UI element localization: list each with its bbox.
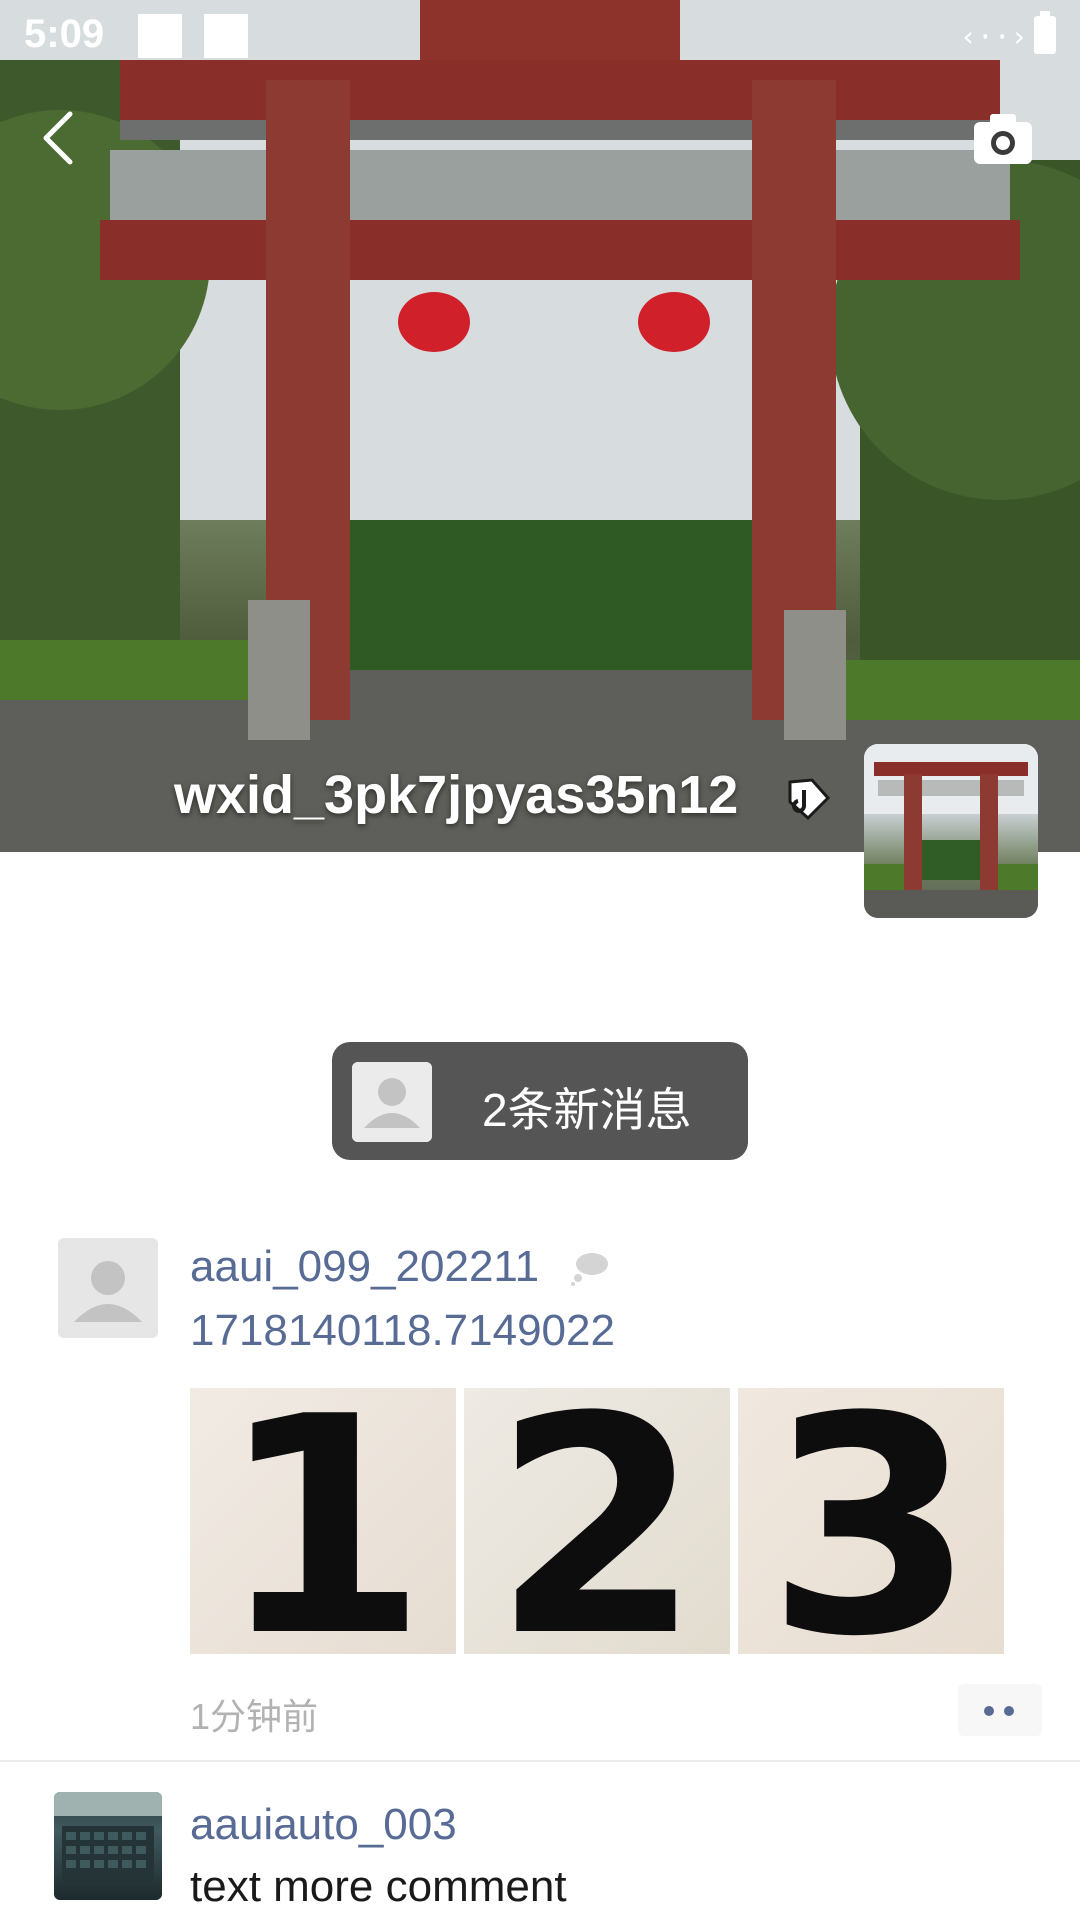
new-messages-label: 2条新消息 <box>482 1084 692 1136</box>
camera-button[interactable] <box>972 110 1034 166</box>
person-icon <box>58 1238 158 1338</box>
cover-image[interactable]: 5:09 ‹··› wxid_3pk7jpyas35n12 <box>0 0 1080 852</box>
post-image-2[interactable]: 2 <box>464 1388 730 1654</box>
post-author[interactable]: aaui_099_202211 <box>190 1242 539 1292</box>
more-dots-icon[interactable] <box>958 1684 1042 1736</box>
post-image-3-digit: 3 <box>766 1388 976 1654</box>
cover-archway-illustration <box>0 0 1080 852</box>
notification-icon <box>138 14 182 58</box>
profile-avatar[interactable] <box>864 744 1038 918</box>
comment-bubble-icon <box>570 1250 610 1286</box>
camera-icon <box>974 114 1032 164</box>
post-image-1[interactable]: 1 <box>190 1388 456 1654</box>
new-messages-button[interactable]: 2条新消息 <box>332 1042 748 1160</box>
post-image-2-digit: 2 <box>492 1388 702 1654</box>
back-arrow-icon <box>43 111 73 165</box>
battery-icon <box>1034 11 1056 54</box>
next-post-author[interactable]: aauiauto_003 <box>190 1800 457 1850</box>
post-text: 1718140118.7149022 <box>190 1306 615 1355</box>
person-icon <box>352 1062 432 1142</box>
cover-username: wxid_3pk7jpyas35n12 <box>174 765 739 825</box>
status-time: 5:09 <box>24 12 105 56</box>
avatar[interactable] <box>54 1792 162 1900</box>
status-bar: 5:09 ‹··› <box>0 0 1080 72</box>
divider <box>0 1760 1080 1762</box>
post-timestamp: 1分钟前 <box>190 1696 319 1737</box>
post-image-1-digit: 1 <box>218 1388 428 1654</box>
avatar[interactable] <box>58 1238 158 1338</box>
tag-icon[interactable] <box>782 774 836 824</box>
post-image-3[interactable]: 3 <box>738 1388 1004 1654</box>
back-button[interactable] <box>30 100 90 176</box>
code-icon: ‹··› <box>960 20 1028 53</box>
next-post-text: text more comment <box>190 1862 567 1911</box>
notification-icon <box>204 14 248 58</box>
